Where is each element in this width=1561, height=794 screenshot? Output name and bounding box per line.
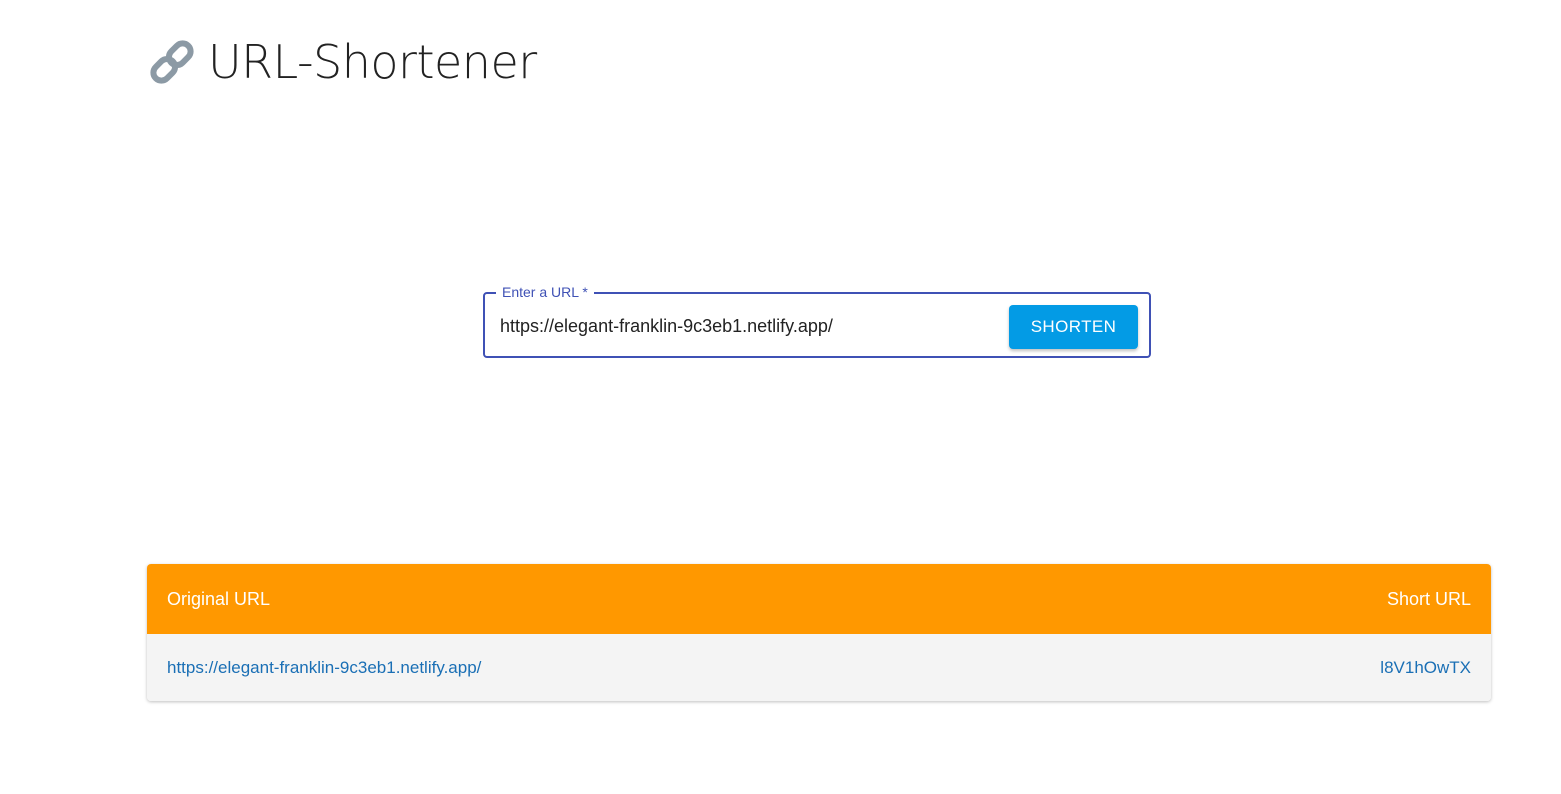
original-url-link[interactable]: https://elegant-franklin-9c3eb1.netlify.…	[167, 658, 481, 678]
column-header-short-url: Short URL	[1386, 588, 1471, 609]
table-header: Original URL Short URL	[147, 564, 1491, 634]
url-input[interactable]	[500, 312, 980, 340]
url-field-label: Enter a URL *	[496, 284, 594, 300]
page-title: URL-Shortener	[208, 35, 537, 89]
app-header: URL-Shortener	[146, 26, 537, 98]
column-header-original-url: Original URL	[167, 588, 271, 609]
link-icon	[146, 36, 198, 88]
page: URL-Shortener Enter a URL * SHORTEN Orig…	[0, 0, 1561, 794]
shorten-button[interactable]: SHORTEN	[1009, 305, 1138, 349]
table-row: https://elegant-franklin-9c3eb1.netlify.…	[147, 634, 1491, 701]
url-table: Original URL Short URL https://elegant-f…	[147, 564, 1491, 701]
url-field[interactable]: Enter a URL * SHORTEN	[483, 284, 1151, 358]
short-url-link[interactable]: l8V1hOwTX	[1380, 658, 1471, 678]
